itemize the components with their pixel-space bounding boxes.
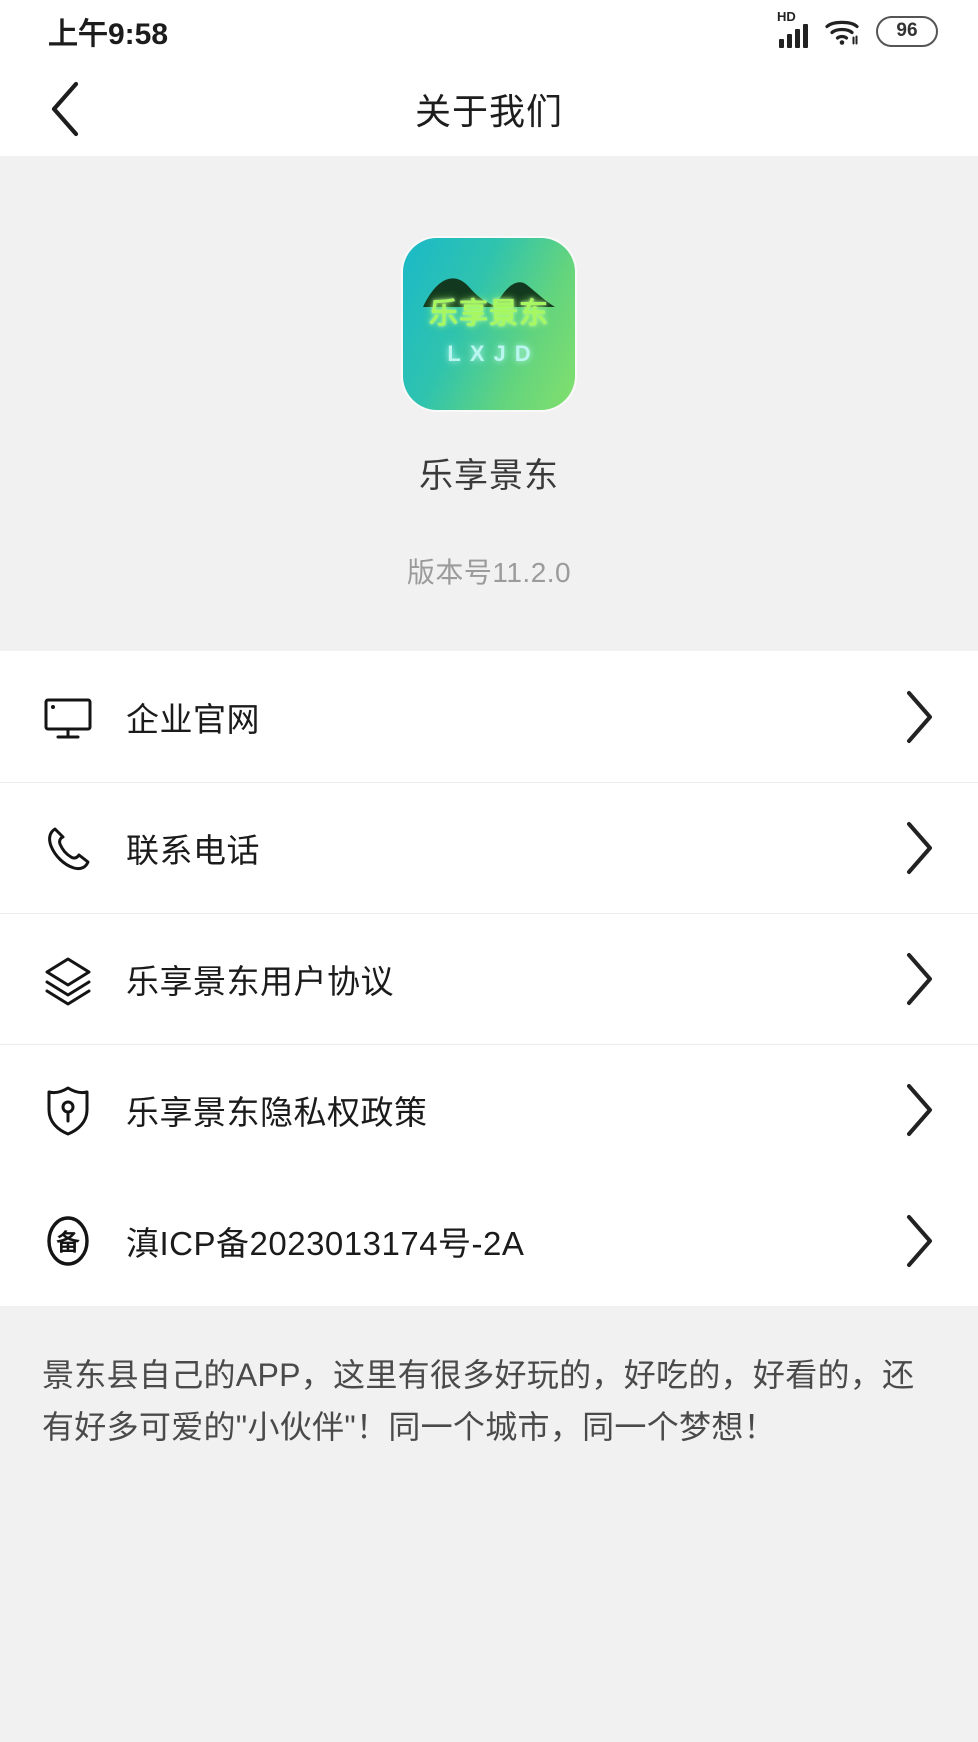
svg-text:备: 备 (56, 1229, 81, 1255)
chevron-right-icon (894, 819, 944, 877)
logo-latin-text: LXJD (447, 341, 540, 366)
shield-icon (38, 1080, 98, 1140)
app-logo: 乐享景东 LXJD (403, 238, 575, 410)
list-item-label: 滇ICP备2023013174号-2A (126, 1224, 525, 1262)
chevron-right-icon (894, 1081, 944, 1139)
app-screen: 上午9:58 HD 96 关于我们 乐享景东 LXJD 乐享景东 版本号11.2… (0, 0, 978, 1742)
list-item-label: 联系电话 (126, 831, 260, 869)
list-item-company-website[interactable]: 企业官网 (0, 651, 978, 782)
list-item-icp-license[interactable]: 备 滇ICP备2023013174号-2A (0, 1175, 978, 1306)
hd-label: HD (777, 9, 796, 24)
chevron-right-icon (894, 1212, 944, 1270)
wifi-icon (825, 20, 859, 45)
list-item-label: 乐享景东隐私权政策 (126, 1093, 428, 1131)
phone-icon (38, 818, 98, 878)
status-time: 上午9:58 (48, 18, 169, 51)
app-hero-section: 乐享景东 LXJD 乐享景东 版本号11.2.0 (0, 156, 978, 651)
list-item-privacy-policy[interactable]: 乐享景东隐私权政策 (0, 1044, 978, 1175)
logo-chinese-text: 乐享景东 (428, 298, 549, 330)
layers-icon (38, 949, 98, 1009)
battery-icon: 96 (876, 15, 938, 47)
status-indicators: HD 96 (777, 10, 938, 48)
chevron-left-icon (51, 81, 79, 137)
signal-bars (779, 22, 808, 48)
status-bar: 上午9:58 HD 96 (0, 0, 978, 62)
list-item-user-agreement[interactable]: 乐享景东用户协议 (0, 913, 978, 1044)
signal-bars-icon: HD (777, 10, 808, 48)
app-name: 乐享景东 (419, 457, 559, 495)
list-item-label: 企业官网 (126, 700, 260, 738)
back-button[interactable] (30, 74, 100, 144)
chevron-right-icon (894, 950, 944, 1008)
list-item-label: 乐享景东用户协议 (126, 962, 394, 1000)
app-version: 版本号11.2.0 (406, 557, 572, 588)
list-item-contact-phone[interactable]: 联系电话 (0, 782, 978, 913)
nav-bar: 关于我们 (0, 62, 978, 156)
chevron-right-icon (894, 688, 944, 746)
monitor-icon (38, 687, 98, 747)
page-title: 关于我们 (414, 91, 563, 132)
icp-badge-icon: 备 (38, 1211, 98, 1271)
app-description: 景东县自己的APP，这里有很多好玩的，好吃的，好看的，还有好多可爱的"小伙伴"！… (0, 1306, 978, 1454)
about-links-list: 企业官网 联系电话 乐享景东用户协议 乐享景东隐私权政策 备 滇ICP备2023… (0, 651, 978, 1306)
battery-level: 96 (896, 20, 918, 41)
